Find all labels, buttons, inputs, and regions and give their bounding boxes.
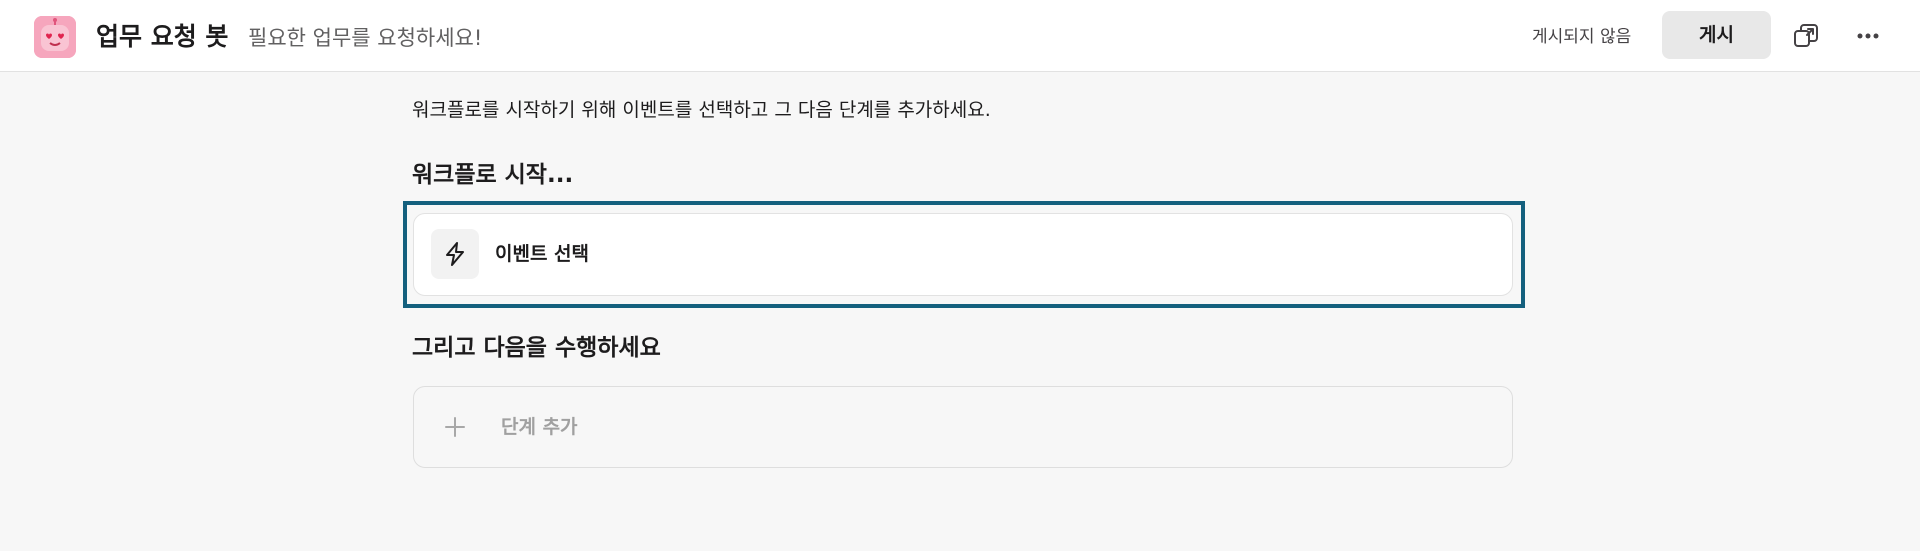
share-copy-icon[interactable]	[1786, 16, 1826, 56]
app-subtitle: 필요한 업무를 요청하세요!	[248, 26, 483, 50]
add-step-card[interactable]	[413, 386, 1513, 468]
add-step-label[interactable]: 단계 추가	[501, 414, 578, 440]
then-heading: 그리고 다음을 수행하세요	[412, 335, 661, 361]
publish-status: 게시되지 않음	[1532, 27, 1632, 47]
robot-heart-eyes-icon	[34, 16, 76, 58]
start-heading: 워크플로 시작...	[412, 162, 574, 188]
lightning-icon	[431, 229, 479, 279]
top-bar: 업무 요청 봇 필요한 업무를 요청하세요! 게시되지 않음 게시	[0, 0, 1920, 72]
select-event-label[interactable]: 이벤트 선택	[495, 241, 589, 267]
intro-text: 워크플로를 시작하기 위해 이벤트를 선택하고 그 다음 단계를 추가하세요.	[412, 99, 991, 121]
plus-icon[interactable]	[440, 412, 470, 442]
app-title: 업무 요청 봇	[96, 22, 229, 51]
publish-button[interactable]: 게시	[1662, 11, 1771, 59]
more-horizontal-icon[interactable]	[1848, 16, 1888, 56]
